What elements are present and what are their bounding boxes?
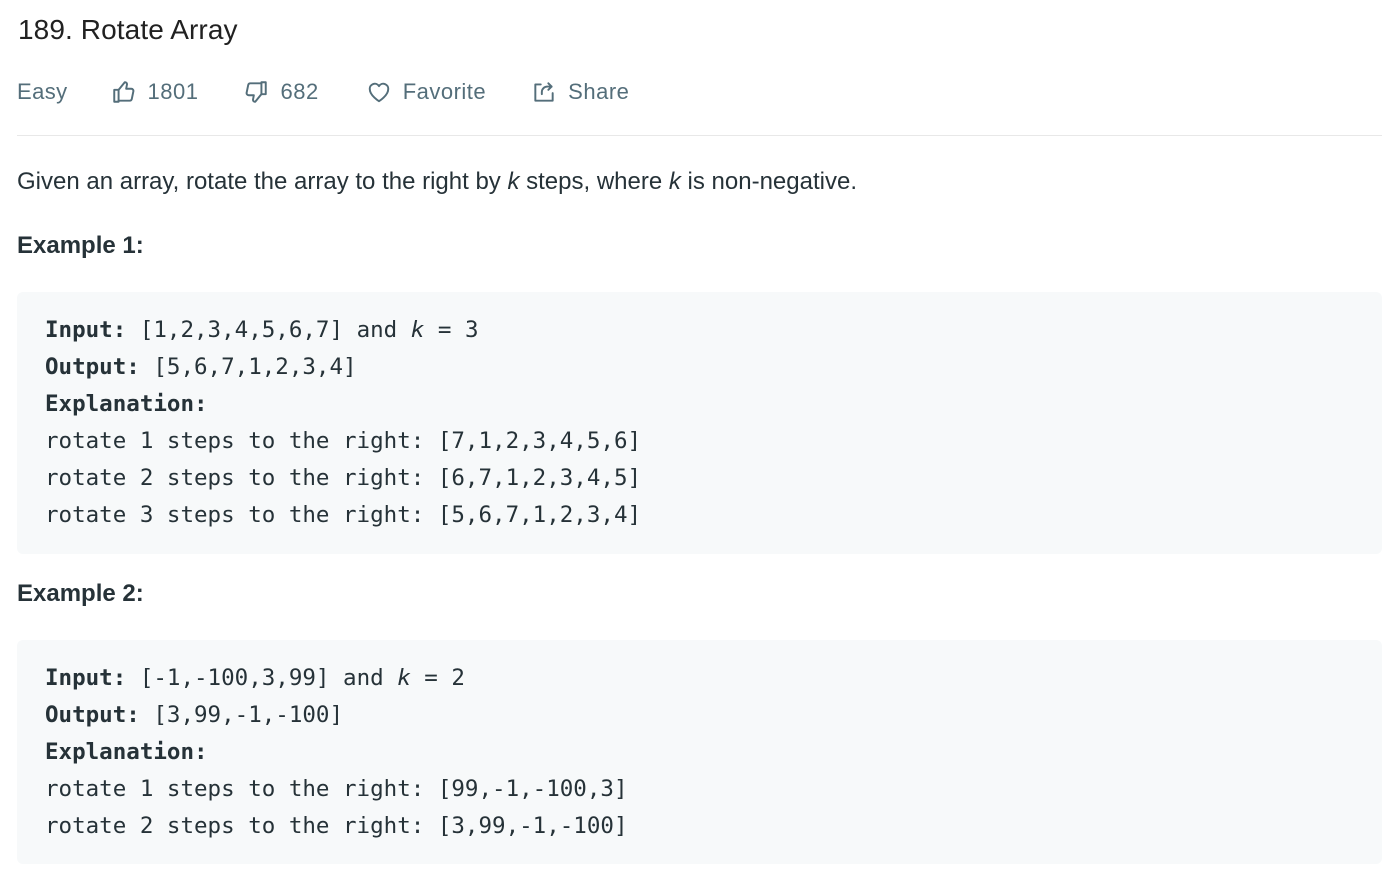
input-tail: = 2 bbox=[410, 665, 465, 691]
heart-icon bbox=[365, 78, 393, 106]
description-text: is non-negative. bbox=[680, 168, 857, 195]
output-label: Output: bbox=[45, 702, 140, 728]
example-input-line: Input: [1,2,3,4,5,6,7] and k = 3 bbox=[45, 312, 1354, 349]
like-count: 1801 bbox=[147, 79, 199, 104]
header-divider bbox=[17, 135, 1382, 136]
example-explanation-label: Explanation: bbox=[45, 386, 1354, 423]
share-icon bbox=[530, 78, 558, 106]
difficulty-label: Easy bbox=[17, 79, 68, 104]
input-tail: = 3 bbox=[424, 317, 479, 343]
dislike-button[interactable]: 682 bbox=[242, 78, 318, 106]
thumbs-down-icon bbox=[242, 78, 270, 106]
output-label: Output: bbox=[45, 354, 140, 380]
explanation-step: rotate 1 steps to the right: [7,1,2,3,4,… bbox=[45, 428, 642, 454]
input-value: [-1,-100,3,99] and bbox=[126, 665, 398, 691]
example-1-code-block: Input: [1,2,3,4,5,6,7] and k = 3 Output:… bbox=[17, 292, 1382, 554]
description-text: steps, where bbox=[519, 168, 669, 195]
description-variable: k bbox=[507, 168, 520, 195]
favorite-label: Favorite bbox=[402, 79, 487, 104]
problem-description: Given an array, rotate the array to the … bbox=[17, 168, 857, 196]
input-variable: k bbox=[397, 665, 411, 691]
dislike-count: 682 bbox=[280, 79, 319, 104]
share-label: Share bbox=[568, 79, 630, 104]
favorite-button[interactable]: Favorite bbox=[365, 78, 486, 106]
problem-title: 189. Rotate Array bbox=[18, 14, 238, 45]
input-variable: k bbox=[410, 317, 425, 343]
like-button[interactable]: 1801 bbox=[110, 78, 199, 106]
thumbs-up-icon bbox=[110, 78, 138, 106]
explanation-label: Explanation: bbox=[45, 739, 208, 765]
example-1-heading: Example 1: bbox=[17, 232, 144, 259]
description-text: Given an array, rotate the array to the … bbox=[17, 168, 508, 195]
explanation-step: rotate 3 steps to the right: [5,6,7,1,2,… bbox=[45, 502, 642, 528]
explanation-step: rotate 1 steps to the right: [99,-1,-100… bbox=[45, 776, 628, 802]
share-button[interactable]: Share bbox=[530, 78, 629, 106]
problem-meta-bar: Easy 1801 682 Favorite Share bbox=[17, 76, 629, 108]
example-output-line: Output: [5,6,7,1,2,3,4] bbox=[45, 349, 1354, 386]
example-2-heading: Example 2: bbox=[17, 580, 144, 607]
description-variable: k bbox=[668, 168, 681, 195]
explanation-step: rotate 2 steps to the right: [3,99,-1,-1… bbox=[45, 813, 628, 839]
example-2-code-block: Input: [-1,-100,3,99] and k = 2 Output: … bbox=[17, 640, 1382, 864]
explanation-step: rotate 2 steps to the right: [6,7,1,2,3,… bbox=[45, 465, 642, 491]
output-value: [3,99,-1,-100] bbox=[139, 702, 344, 728]
explanation-label: Explanation: bbox=[45, 391, 208, 417]
input-value: [1,2,3,4,5,6,7] and bbox=[126, 317, 411, 343]
input-label: Input: bbox=[45, 665, 127, 691]
example-explanation-label: Explanation: bbox=[45, 734, 1354, 771]
example-output-line: Output: [3,99,-1,-100] bbox=[45, 697, 1354, 734]
output-value: [5,6,7,1,2,3,4] bbox=[139, 354, 357, 380]
example-input-line: Input: [-1,-100,3,99] and k = 2 bbox=[45, 660, 1354, 697]
input-label: Input: bbox=[45, 317, 127, 343]
